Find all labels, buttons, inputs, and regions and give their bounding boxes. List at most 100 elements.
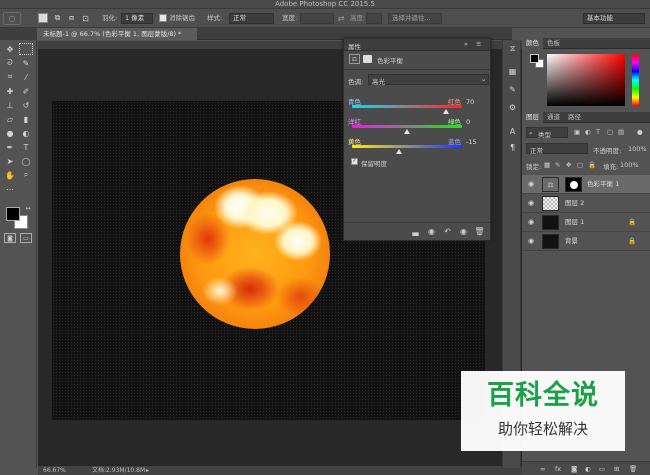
style-select[interactable]: 正常 xyxy=(229,13,274,24)
blend-mode-select[interactable]: 正常 xyxy=(526,143,588,155)
tab-paths[interactable]: 路径 xyxy=(564,112,585,123)
lock-transparent-icon[interactable]: ▦ xyxy=(544,161,550,169)
height-input[interactable] xyxy=(366,13,382,24)
visibility-eye-icon[interactable]: ◉ xyxy=(528,199,537,207)
layer-mask-thumbnail[interactable] xyxy=(565,177,582,192)
filter-adjustment-icon[interactable]: ◐ xyxy=(585,128,591,136)
antialias-checkbox[interactable] xyxy=(159,14,167,22)
properties-icon[interactable]: ▦ xyxy=(507,66,518,76)
feather-input[interactable]: 1 像素 xyxy=(121,13,153,24)
zoom-tool-icon[interactable]: ⌕ xyxy=(19,169,33,181)
lock-all-icon[interactable]: 🔒 xyxy=(588,161,596,169)
visibility-eye-icon[interactable]: ◉ xyxy=(528,218,537,226)
more-tools-icon[interactable]: ⋯ xyxy=(3,183,17,195)
crop-tool-icon[interactable]: ⌗ xyxy=(3,71,17,83)
layer-mask-icon[interactable] xyxy=(363,55,372,63)
add-selection-icon[interactable]: ⧉ xyxy=(52,13,63,23)
paragraph-icon[interactable]: ¶ xyxy=(507,142,518,152)
visibility-eye-icon[interactable]: ◉ xyxy=(528,237,537,245)
layer-row-layer-2[interactable]: ◉ 图层 2 xyxy=(522,194,650,213)
marquee-tool-preset-icon[interactable]: ◌ xyxy=(3,12,21,25)
filter-pixel-icon[interactable]: ▣ xyxy=(574,128,580,136)
new-group-icon[interactable]: ▭ xyxy=(599,465,605,473)
shape-tool-icon[interactable]: ◯ xyxy=(19,155,33,167)
pen-tool-icon[interactable]: ✒ xyxy=(3,141,17,153)
layer-row-background[interactable]: ◉ 背景 🔒 xyxy=(522,232,650,251)
fx-icon[interactable]: fx xyxy=(555,465,561,473)
select-and-mask-button[interactable]: 选择并遮住... xyxy=(388,13,442,24)
workspace-select[interactable]: 基本功能 xyxy=(583,13,645,24)
filter-type-icon[interactable]: T xyxy=(596,128,600,136)
subtract-selection-icon[interactable]: ⧈ xyxy=(66,13,77,23)
eyedropper-tool-icon[interactable]: ⁄ xyxy=(19,71,33,83)
tab-channels[interactable]: 通道 xyxy=(543,112,564,123)
panel-menu-icon[interactable]: ≡ xyxy=(476,40,481,48)
add-mask-icon[interactable]: ◙ xyxy=(571,465,577,473)
screen-mode-icon[interactable]: ▭ xyxy=(20,233,32,243)
tool-presets-icon[interactable]: ⚙ xyxy=(507,102,518,112)
new-adjustment-icon[interactable]: ◐ xyxy=(585,465,591,473)
tab-color[interactable]: 颜色 xyxy=(522,38,543,49)
brush-settings-icon[interactable]: ✎ xyxy=(507,84,518,94)
blur-tool-icon[interactable]: ● xyxy=(3,127,17,139)
lock-position-icon[interactable]: ✥ xyxy=(566,161,571,169)
document-tab[interactable]: 未标题-1 @ 66.7% (色彩平衡 1, 图层蒙版/8) * xyxy=(37,28,197,40)
type-tool-icon[interactable]: T xyxy=(19,141,33,153)
lasso-tool-icon[interactable]: ᘐ xyxy=(3,57,17,69)
hue-slider[interactable] xyxy=(632,54,639,106)
history-brush-icon[interactable]: ↺ xyxy=(19,99,33,111)
healing-brush-icon[interactable]: ✚ xyxy=(3,85,17,97)
visibility-eye-icon[interactable]: ◉ xyxy=(458,226,469,236)
fg-color-chip[interactable] xyxy=(530,54,539,63)
tab-swatches[interactable]: 色板 xyxy=(543,38,564,49)
quick-mask-icon[interactable]: ◙ xyxy=(4,233,16,243)
view-previous-state-icon[interactable]: ◉ xyxy=(426,226,437,236)
magenta-green-value[interactable]: 0 xyxy=(466,118,470,126)
brush-tool-icon[interactable]: ✐ xyxy=(19,85,33,97)
filter-shape-icon[interactable]: ▢ xyxy=(607,128,613,136)
filter-toggle-icon[interactable]: ● xyxy=(637,128,643,136)
trash-icon[interactable]: 🗑 xyxy=(474,226,485,236)
foreground-color-swatch[interactable] xyxy=(6,207,20,221)
new-layer-icon[interactable]: ⊞ xyxy=(614,465,619,473)
character-icon[interactable]: A xyxy=(507,126,518,136)
hand-tool-icon[interactable]: ✋ xyxy=(3,169,17,181)
layer-row-color-balance[interactable]: ◉ ⚖ 色彩平衡 1 xyxy=(522,175,650,194)
clip-to-layer-icon[interactable]: ▃ xyxy=(410,226,421,236)
reset-icon[interactable]: ↶ xyxy=(442,226,453,236)
preserve-luminosity-checkbox[interactable]: ✓ xyxy=(351,158,358,165)
quick-select-tool-icon[interactable]: ✎ xyxy=(19,57,33,69)
intersect-selection-icon[interactable]: ⊡ xyxy=(80,13,91,23)
cyan-red-value[interactable]: 70 xyxy=(466,98,474,106)
yellow-blue-slider[interactable] xyxy=(352,145,462,148)
fill-value[interactable]: 100% xyxy=(620,161,639,169)
history-icon[interactable]: ⧖ xyxy=(507,44,518,54)
move-tool-icon[interactable]: ✥ xyxy=(3,43,17,55)
magenta-green-slider[interactable] xyxy=(352,125,462,128)
color-field[interactable] xyxy=(547,54,625,106)
magenta-green-thumb[interactable] xyxy=(404,129,410,134)
filter-smart-icon[interactable]: ▤ xyxy=(618,128,624,136)
tab-layers[interactable]: 图层 xyxy=(522,112,543,123)
link-layers-icon[interactable]: ∞ xyxy=(540,465,545,473)
new-selection-icon[interactable] xyxy=(38,13,48,23)
eraser-tool-icon[interactable]: ▱ xyxy=(3,113,17,125)
gradient-tool-icon[interactable]: ▮ xyxy=(19,113,33,125)
status-arrow-icon[interactable]: ▸ xyxy=(146,466,149,475)
visibility-eye-icon[interactable]: ◉ xyxy=(528,180,537,188)
layer-row-layer-1[interactable]: ◉ 图层 1 🔒 xyxy=(522,213,650,232)
cyan-red-slider[interactable] xyxy=(352,105,462,108)
width-input[interactable] xyxy=(300,13,334,24)
collapse-panel-icon[interactable]: » xyxy=(464,40,468,48)
lock-artboard-icon[interactable]: ▢ xyxy=(577,161,583,169)
yellow-blue-thumb[interactable] xyxy=(395,149,402,154)
opacity-value[interactable]: 100% xyxy=(628,145,647,153)
path-select-tool-icon[interactable]: ➤ xyxy=(3,155,17,167)
yellow-blue-value[interactable]: -15 xyxy=(466,138,477,146)
swap-colors-icon[interactable]: ↔ xyxy=(24,204,32,212)
layer-filter-select[interactable]: ⌕ 类型 xyxy=(526,127,568,139)
cyan-red-thumb[interactable] xyxy=(442,109,449,114)
lock-pixels-icon[interactable]: ✎ xyxy=(555,161,560,169)
marquee-tool-icon[interactable] xyxy=(19,43,33,55)
zoom-level[interactable]: 66.67% xyxy=(43,466,66,475)
